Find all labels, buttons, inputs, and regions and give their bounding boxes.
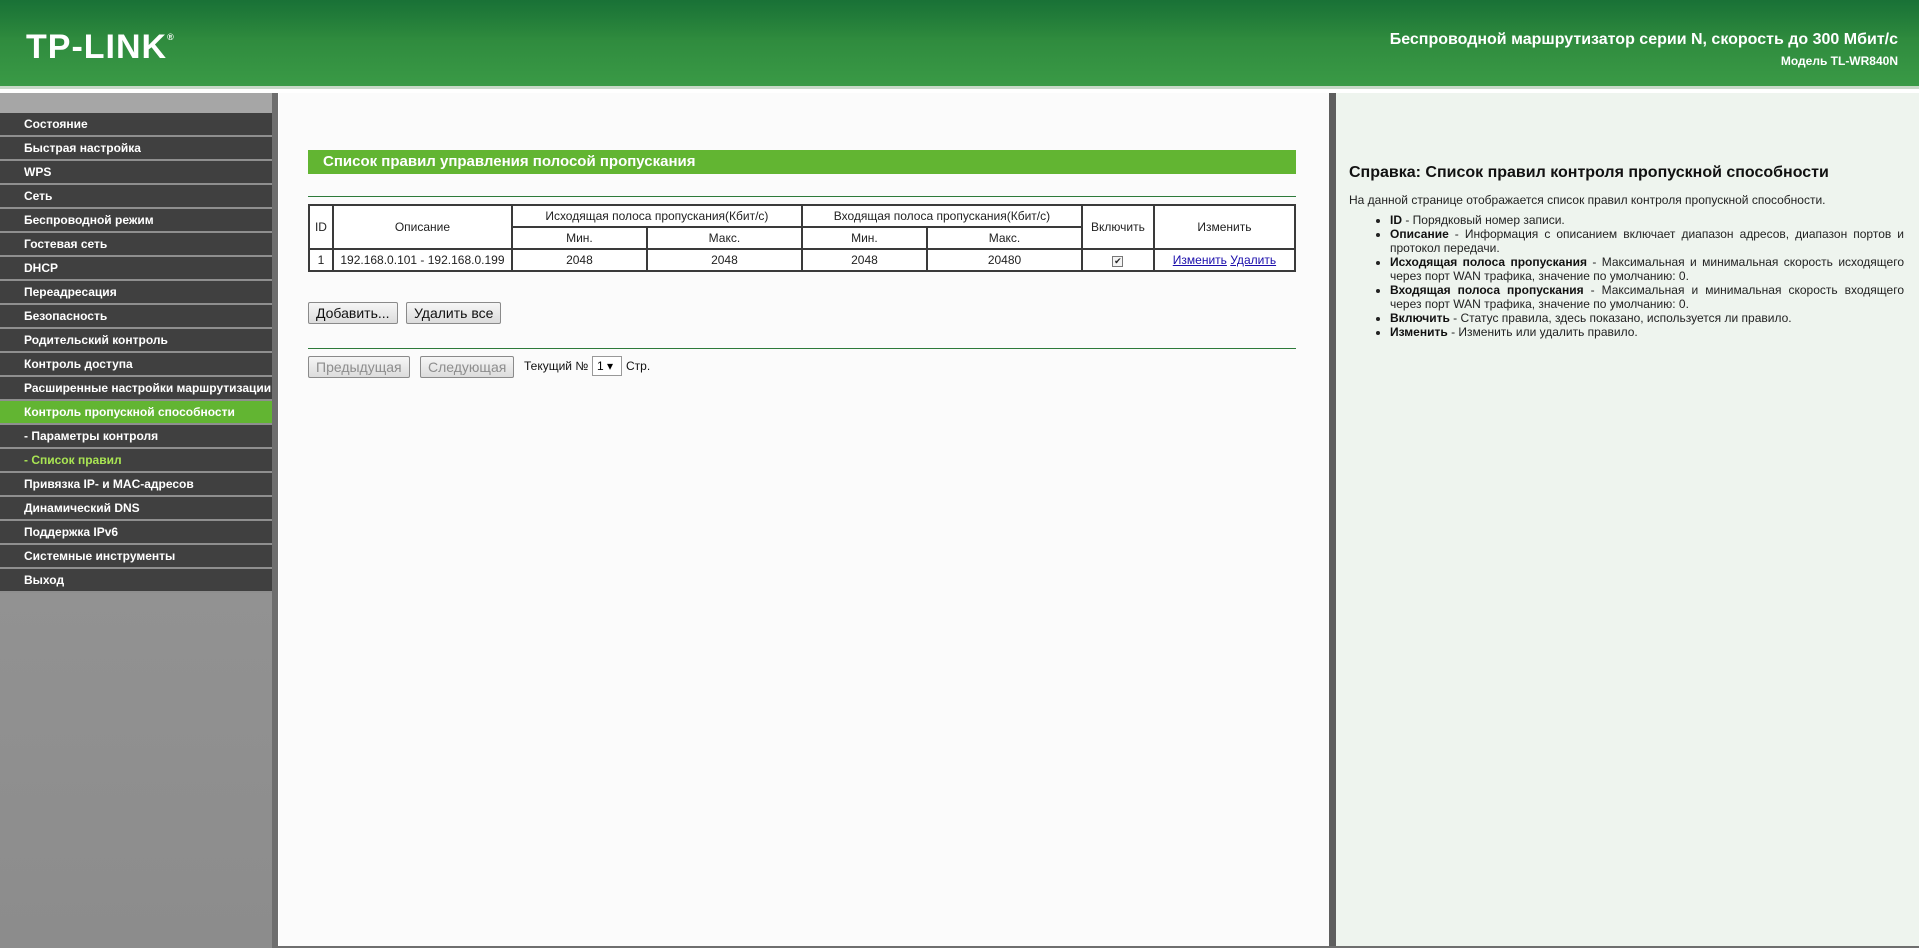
help-title: Справка: Список правил контроля пропускн…	[1349, 164, 1829, 181]
page-title: Список правил управления полосой пропуск…	[308, 150, 1296, 174]
sidebar-item-dhcp[interactable]: DHCP	[0, 257, 272, 281]
sidebar-item-wireless[interactable]: Беспроводной режим	[0, 209, 272, 233]
add-button[interactable]: Добавить...	[308, 302, 398, 324]
col-in-min: Мин.	[800, 226, 929, 250]
help-text: - Порядковый номер записи.	[1402, 213, 1565, 227]
sidebar-item-security[interactable]: Безопасность	[0, 305, 272, 329]
sidebar-item-system-tools[interactable]: Системные инструменты	[0, 545, 272, 569]
help-item-incoming: Входящая полоса пропускания - Максимальн…	[1390, 283, 1904, 311]
logo-registered-mark: ®	[167, 32, 175, 42]
sidebar-item-access-control[interactable]: Контроль доступа	[0, 353, 272, 377]
logo-text: TP-LINK	[26, 28, 168, 66]
col-in-max: Макс.	[926, 226, 1083, 250]
sidebar-item-bandwidth-control[interactable]: Контроль пропускной способности	[0, 401, 272, 425]
sidebar-item-parental-control[interactable]: Родительский контроль	[0, 329, 272, 353]
header: TP-LINK® Беспроводной маршрутизатор сери…	[0, 0, 1919, 86]
main-content: Список правил управления полосой пропуск…	[279, 93, 1329, 948]
next-button[interactable]: Следующая	[420, 356, 515, 378]
col-out-min: Мин.	[510, 226, 648, 250]
help-term: Исходящая полоса пропускания	[1390, 255, 1587, 269]
sidebar-item-ipv6[interactable]: Поддержка IPv6	[0, 521, 272, 545]
page-select-value: 1	[597, 359, 604, 373]
table-header-row: ID Описание Исходящая полоса пропускания…	[308, 204, 1297, 250]
sidebar-item-wps[interactable]: WPS	[0, 161, 272, 185]
cell-out-max: 2048	[645, 248, 803, 272]
router-model: Модель TL-WR840N	[1780, 54, 1898, 68]
sidebar-item-logout[interactable]: Выход	[0, 569, 272, 593]
sidebar-item-ip-mac-binding[interactable]: Привязка IP- и MAC-адресов	[0, 473, 272, 497]
help-item-outgoing: Исходящая полоса пропускания - Максималь…	[1390, 255, 1904, 283]
help-text: - Изменить или удалить правило.	[1447, 325, 1638, 339]
sidebar-subitem-rules-list[interactable]: - Список правил	[0, 449, 272, 473]
help-text: - Информация с описанием включает диапаз…	[1390, 227, 1904, 255]
help-term: Входящая полоса пропускания	[1390, 283, 1584, 297]
col-enable: Включить	[1080, 204, 1155, 250]
sidebar-item-advanced-routing[interactable]: Расширенные настройки маршрутизации	[0, 377, 272, 401]
page-suffix-label: Стр.	[626, 359, 651, 373]
cell-in-max: 20480	[926, 248, 1083, 272]
chevron-down-icon: ▾	[607, 359, 614, 373]
page-select[interactable]: 1 ▾	[592, 356, 622, 376]
right-frame-border[interactable]	[1329, 93, 1336, 948]
help-item-id: ID - Порядковый номер записи.	[1390, 213, 1904, 227]
router-title: Беспроводной маршрутизатор серии N, скор…	[1389, 31, 1898, 48]
cell-id: 1	[308, 248, 334, 272]
sidebar-menu: Состояние Быстрая настройка WPS Сеть Бес…	[0, 113, 272, 593]
table-row: 1 192.168.0.101 - 192.168.0.199 2048 204…	[308, 248, 1297, 272]
sidebar-item-dynamic-dns[interactable]: Динамический DNS	[0, 497, 272, 521]
help-list: ID - Порядковый номер записи. Описание -…	[1390, 213, 1904, 339]
col-incoming: Входящая полоса пропускания(Кбит/с)	[800, 204, 1083, 228]
sidebar: Состояние Быстрая настройка WPS Сеть Бес…	[0, 93, 272, 948]
current-page-label: Текущий №	[524, 359, 589, 373]
sidebar-item-quick-setup[interactable]: Быстрая настройка	[0, 137, 272, 161]
left-frame-border[interactable]	[272, 93, 278, 948]
col-edit: Изменить	[1152, 204, 1297, 250]
edit-link[interactable]: Изменить	[1173, 253, 1227, 267]
help-text: - Статус правила, здесь показано, исполь…	[1449, 311, 1792, 325]
cell-in-min: 2048	[800, 248, 929, 272]
sidebar-item-network[interactable]: Сеть	[0, 185, 272, 209]
pager-divider	[308, 348, 1296, 349]
previous-button[interactable]: Предыдущая	[308, 356, 410, 378]
cell-actions: Изменить Удалить	[1152, 248, 1297, 272]
cell-out-min: 2048	[510, 248, 648, 272]
col-id: ID	[308, 204, 334, 250]
cell-enable: ✔	[1080, 248, 1155, 272]
help-term: Описание	[1390, 227, 1449, 241]
sidebar-top-spacer	[0, 93, 272, 113]
delete-all-button[interactable]: Удалить все	[406, 302, 502, 324]
help-term: Изменить	[1390, 325, 1448, 339]
sidebar-item-status[interactable]: Состояние	[0, 113, 272, 137]
enable-checkbox[interactable]: ✔	[1112, 256, 1124, 267]
help-term: ID	[1390, 213, 1402, 227]
help-item-description: Описание - Информация с описанием включа…	[1390, 227, 1904, 255]
sidebar-item-guest-network[interactable]: Гостевая сеть	[0, 233, 272, 257]
help-item-enable: Включить - Статус правила, здесь показан…	[1390, 311, 1904, 325]
help-panel: Справка: Список правил контроля пропускн…	[1336, 93, 1919, 948]
col-outgoing: Исходящая полоса пропускания(Кбит/с)	[510, 204, 803, 228]
delete-link[interactable]: Удалить	[1230, 253, 1276, 267]
col-description: Описание	[331, 204, 513, 250]
help-intro: На данной странице отображается список п…	[1349, 193, 1826, 207]
help-term: Включить	[1390, 311, 1450, 325]
sidebar-item-forwarding[interactable]: Переадресация	[0, 281, 272, 305]
sidebar-subitem-control-settings[interactable]: - Параметры контроля	[0, 425, 272, 449]
help-item-edit: Изменить - Изменить или удалить правило.	[1390, 325, 1904, 339]
rules-table: ID Описание Исходящая полоса пропускания…	[308, 204, 1297, 272]
cell-description: 192.168.0.101 - 192.168.0.199	[331, 248, 513, 272]
col-out-max: Макс.	[645, 226, 803, 250]
tp-link-logo: TP-LINK®	[26, 28, 175, 67]
title-divider	[308, 196, 1296, 197]
